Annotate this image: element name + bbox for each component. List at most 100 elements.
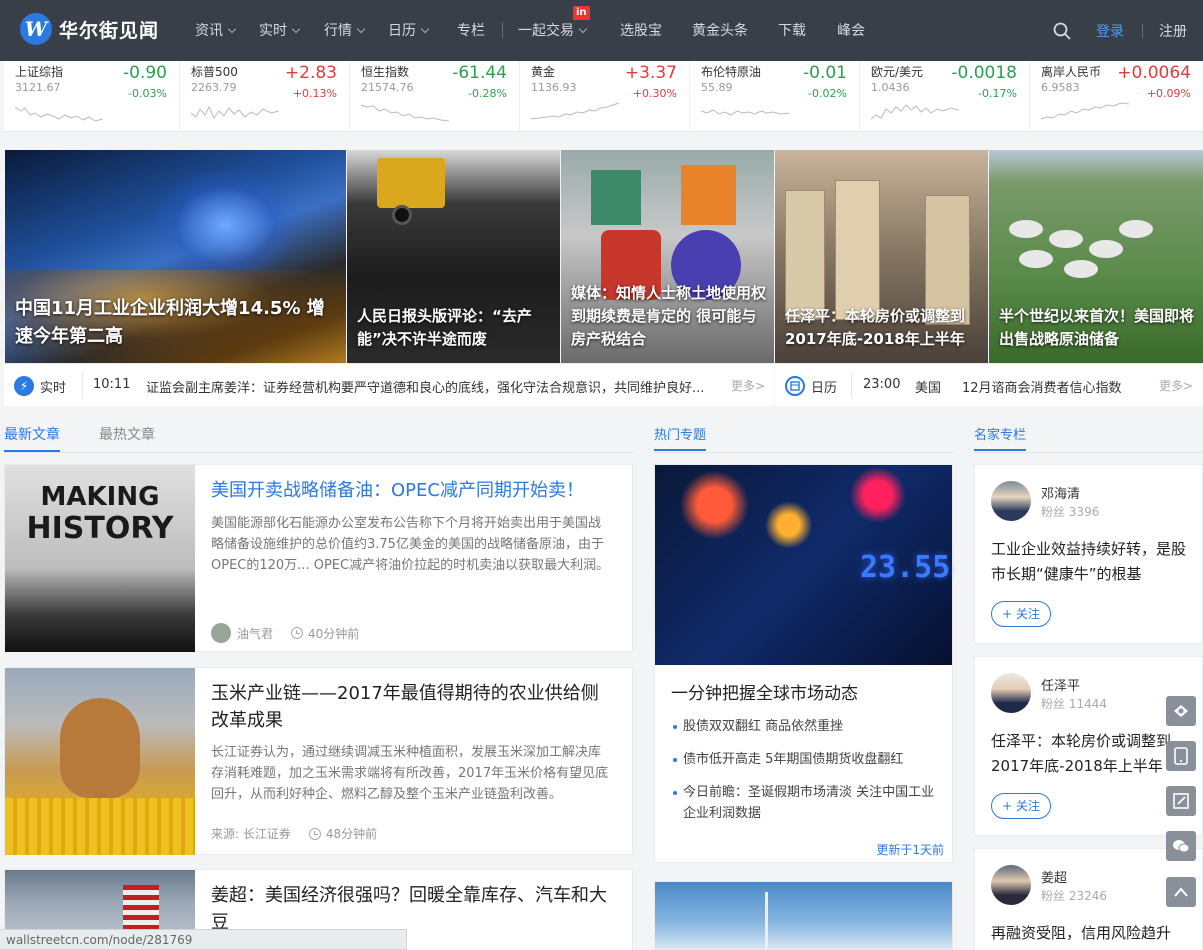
article-time: 48分钟前	[325, 827, 378, 841]
topic-image: 23.55	[655, 465, 952, 665]
nav-item-gold[interactable]: 黄金头条	[692, 20, 748, 40]
topic-item[interactable]: 债市低开高走 5年期国债期货收盘翻红	[673, 749, 940, 770]
nav-item-markets[interactable]: 行情	[324, 20, 366, 40]
sparkline	[701, 109, 790, 116]
ticker-item[interactable]: 布伦特原油 55.89 -0.01 -0.02%	[690, 61, 860, 132]
avatar[interactable]	[991, 865, 1031, 905]
follow-button[interactable]: + 关注	[991, 601, 1051, 627]
ticker-percent: -0.17%	[978, 87, 1017, 100]
live-headline[interactable]: 证监会副主席姜洋：证券经营机构要严守道德和良心的底线，强化守法合规意识，共同维护…	[146, 377, 712, 396]
article-title[interactable]: 玉米产业链——2017年最值得期待的农业供给侧改革成果	[211, 680, 612, 734]
calendar-country: 美国	[915, 381, 942, 396]
ticker-item[interactable]: 黄金 1136.93 +3.37 +0.30%	[520, 61, 690, 132]
divider	[851, 372, 852, 398]
ticker-item[interactable]: 上证综指 3121.67 -0.90 -0.03%	[4, 61, 180, 132]
topic-item[interactable]: 今日前瞻：圣诞假期市场清淡 关注中国工业企业利润数据	[673, 782, 940, 824]
topic-card-next[interactable]	[654, 881, 953, 950]
chevron-down-icon	[578, 24, 588, 34]
site-logo[interactable]: W 华尔街见闻	[20, 13, 159, 45]
calendar-event[interactable]: 12月谘商会消费者信心指数	[962, 377, 1122, 396]
feature-story[interactable]: 媒体：知情人士称土地使用权到期续费是肯定的 很可能与房产税结合	[561, 150, 774, 363]
wheel-shape	[392, 205, 412, 225]
mobile-app-button[interactable]	[1166, 741, 1196, 771]
login-link[interactable]: 登录	[1096, 21, 1124, 41]
topic-title[interactable]: 一分钟把握全球市场动态	[671, 679, 858, 704]
article-time: 40分钟前	[308, 626, 360, 641]
article-title[interactable]: 美国开卖战略储备油：OPEC减产同期开始卖！	[211, 477, 612, 504]
nav-label: 峰会	[837, 23, 865, 39]
columnist-name[interactable]: 任泽平	[1041, 675, 1080, 694]
nav-label: 选股宝	[620, 23, 662, 39]
tab-latest[interactable]: 最新文章	[4, 424, 60, 452]
ticker-price: 55.89	[701, 81, 733, 94]
ticker-item[interactable]: 标普500 2263.79 +2.83 +0.13%	[180, 61, 350, 132]
nav-item-columns[interactable]: 专栏	[457, 20, 485, 40]
ticker-change: +0.0064	[1117, 63, 1191, 83]
more-link[interactable]: 更多>	[1159, 377, 1193, 394]
ticker-price: 3121.67	[15, 81, 61, 94]
back-to-top-button[interactable]	[1166, 877, 1196, 907]
oil-tank	[1119, 220, 1153, 238]
clock-icon	[308, 827, 321, 840]
nav-item-live[interactable]: 实时	[259, 20, 301, 40]
ticker-item[interactable]: 恒生指数 21574.76 -61.44 -0.28%	[350, 61, 520, 132]
wechat-button[interactable]	[1166, 831, 1196, 861]
nav-divider	[502, 22, 503, 38]
hot-topic-card[interactable]: 23.55 一分钟把握全球市场动态 股债双双翻红 商品依然重挫 债市低开高走 5…	[654, 464, 953, 863]
tab-columnists[interactable]: 名家专栏	[974, 424, 1027, 451]
nav-item-download[interactable]: 下载	[778, 20, 806, 40]
oil-tank	[1019, 250, 1053, 268]
ticker-item[interactable]: 欧元/美元 1.0436 -0.0018 -0.17%	[860, 61, 1030, 132]
feedback-button[interactable]	[1166, 696, 1196, 726]
oil-tank	[1064, 260, 1098, 278]
nav-item-news[interactable]: 资讯	[195, 20, 237, 40]
article-card[interactable]: 玉米产业链——2017年最值得期待的农业供给侧改革成果 长江证券认为，通过继续调…	[4, 667, 633, 855]
feature-story[interactable]: 人民日报头版评论：“去产能”决不许半途而废	[347, 150, 560, 363]
columnist-article-title[interactable]: 再融资受阻，信用风险趋升	[991, 921, 1191, 946]
clock-icon	[291, 627, 304, 639]
ticker-item[interactable]: 离岸人民币 6.9583 +0.0064 +0.09%	[1030, 61, 1203, 132]
ticker-change: -0.01	[803, 63, 847, 83]
tab-underline	[654, 452, 953, 453]
feature-story[interactable]: 半个世纪以来首次！美国即将出售战略原油储备	[989, 150, 1203, 363]
tab-hottest[interactable]: 最热文章	[99, 424, 155, 444]
feature-story[interactable]: 中国11月工业企业利润大增14.5% 增速今年第二高	[5, 150, 346, 363]
search-icon[interactable]	[1053, 22, 1071, 44]
columnist-name[interactable]: 姜超	[1041, 867, 1067, 886]
write-button[interactable]	[1166, 786, 1196, 816]
article-author[interactable]: 油气君	[237, 625, 273, 642]
nav-item-summit[interactable]: 峰会	[837, 20, 865, 40]
article-card[interactable]: MAKING HISTORY 美国开卖战略储备油：OPEC减产同期开始卖！ 美国…	[4, 464, 633, 652]
thumbnail-text: MAKING HISTORY	[5, 481, 195, 545]
columnist-article-title[interactable]: 工业企业效益持续好转，是股市长期“健康牛”的根基	[991, 537, 1191, 587]
avatar[interactable]	[991, 673, 1031, 713]
nav-item-stockpicker[interactable]: 选股宝	[620, 20, 662, 40]
register-link[interactable]: 注册	[1159, 21, 1187, 41]
tab-hot-topics[interactable]: 热门专题	[654, 424, 707, 451]
ticker-name: 标普500	[191, 65, 238, 79]
feature-caption: 中国11月工业企业利润大增14.5% 增速今年第二高	[15, 298, 325, 347]
sparkline	[361, 104, 450, 122]
live-label-text: 实时	[40, 380, 67, 396]
ticker-percent: +0.13%	[292, 87, 337, 100]
nav-item-trade[interactable]: 一起交易	[518, 20, 588, 40]
thumbnail-line: MAKING	[40, 482, 160, 512]
columnist-name[interactable]: 邓海清	[1041, 483, 1080, 502]
columnist-card[interactable]: 邓海清 粉丝 3396 工业企业效益持续好转，是股市长期“健康牛”的根基 + 关…	[974, 464, 1203, 644]
avatar[interactable]	[991, 481, 1031, 521]
ticker-name: 恒生指数	[361, 65, 410, 79]
article-title[interactable]: 姜超：美国经济很强吗？回暖全靠库存、汽车和大豆	[211, 882, 612, 936]
columnist-article-title[interactable]: 任泽平：本轮房价或调整到2017年底-2018年上半年	[991, 729, 1191, 779]
follow-button[interactable]: + 关注	[991, 793, 1051, 819]
chevron-down-icon	[291, 24, 301, 34]
live-news-bar[interactable]: ⚡ 实时 10:11 证监会副主席姜洋：证券经营机构要严守道德和良心的底线，强化…	[4, 363, 774, 406]
calendar-bar[interactable]: 日历 23:00 美国 12月谘商会消费者信心指数 更多>	[775, 363, 1203, 406]
topic-item[interactable]: 股债双双翻红 商品依然重挫	[673, 716, 940, 737]
sparkline	[1041, 102, 1130, 120]
article-source: 来源: 长江证券	[211, 827, 291, 841]
more-link[interactable]: 更多>	[731, 377, 765, 394]
feature-story[interactable]: 任泽平：本轮房价或调整到2017年底-2018年上半年	[775, 150, 988, 363]
calendar-icon	[785, 376, 805, 396]
nav-item-calendar[interactable]: 日历	[388, 20, 430, 40]
browser-status-bar: wallstreetcn.com/node/281769	[0, 929, 407, 950]
